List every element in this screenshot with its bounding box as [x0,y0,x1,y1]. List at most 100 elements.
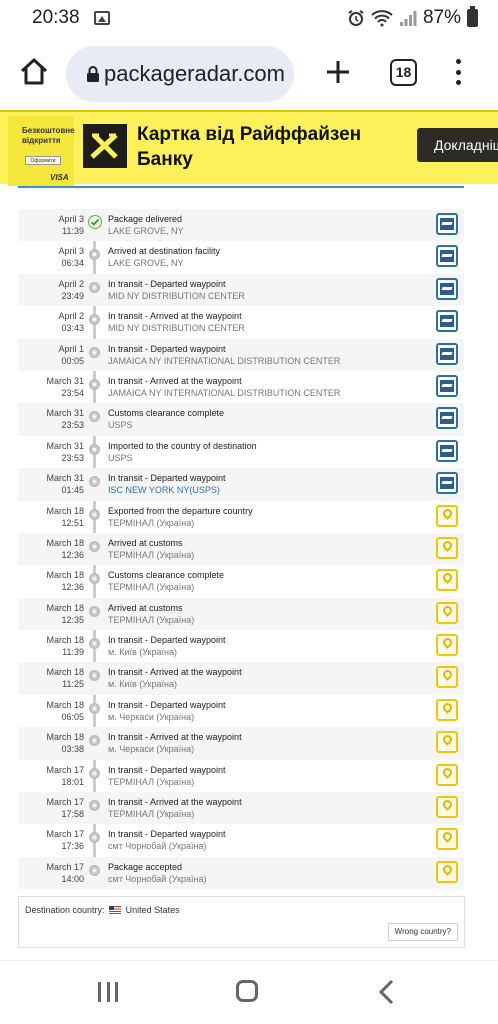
timeline-dot-icon [89,346,100,358]
back-icon[interactable] [376,979,398,1005]
ukrposhta-logo-icon[interactable] [436,601,458,624]
usps-logo-icon[interactable] [436,245,458,268]
timeline-dot-icon [89,573,100,585]
destination-country: United States [125,905,180,915]
ukrposhta-logo-icon[interactable] [436,698,458,721]
event-status: In transit - Departed waypoint [108,635,226,646]
ukrposhta-logo-icon[interactable] [436,796,458,819]
browser-toolbar: packageradar.com 18 [0,42,498,104]
event-datetime: March 18 11:39 [18,634,84,658]
timeline-row: March 18 11:39 In transit - Departed waypo… [18,630,464,662]
event-date: March 17 [46,829,84,840]
event-details: In transit - Departed waypoint ISC NEW YO… [108,472,428,496]
usps-logo-icon[interactable] [436,342,458,365]
recents-icon[interactable] [98,982,118,1002]
event-time: 17:58 [61,809,84,820]
event-date: March 18 [46,732,84,743]
event-location: MID NY DISTRIBUTION CENTER [108,323,245,334]
event-details: In transit - Departed waypoint MID NY DIS… [108,278,428,302]
event-date: March 18 [46,570,84,581]
destination-panel: Destination country: United States Wrong… [18,896,465,948]
usps-logo-icon[interactable] [436,310,458,333]
usps-logo-icon[interactable] [436,277,458,300]
timeline-row: March 17 14:00 Package accepted смт Чорноба… [18,856,464,890]
event-datetime: March 18 12:36 [18,569,84,593]
event-time: 23:53 [61,420,84,431]
event-datetime: March 18 06:05 [18,699,84,723]
timeline-dot-icon [89,314,100,326]
ad-banner[interactable]: Безкоштовне відкриття Оформити VISA Карт… [0,110,498,186]
event-details: In transit - Departed waypoint JAMAICA NY… [108,343,428,367]
timeline-row: March 31 23:54 In transit - Arrived at the… [18,371,464,403]
event-status: Imported to the country of destination [108,440,257,451]
timeline-dot-icon [89,281,100,293]
usps-logo-icon[interactable] [436,472,458,495]
overflow-menu-icon[interactable] [450,56,466,88]
event-time: 11:39 [62,226,84,236]
timeline-dot-icon [89,832,100,844]
event-details: Arrived at customs ТЕРМІНАЛ (Україна) [108,602,428,626]
gallery-notification-icon [93,11,110,25]
timeline-dot-icon [89,735,100,747]
timeline-dot-icon [89,864,100,876]
timeline-dot-icon [89,476,100,488]
event-details: Package delivered LAKE GROVE, NY [108,213,428,237]
event-location: ТЕРМІНАЛ (Україна) [108,776,195,787]
ad-badge-button: Оформити [25,156,61,165]
event-datetime: March 18 11:25 [18,666,84,690]
ukrposhta-logo-icon[interactable] [436,860,458,883]
event-datetime: March 31 01:45 [18,472,84,496]
event-location: JAMAICA NY INTERNATIONAL DISTRIBUTION CE… [108,387,341,398]
event-date: March 31 [46,375,84,386]
event-time: 12:35 [61,614,84,625]
event-location-link[interactable]: ISC NEW YORK NY(USPS) [108,484,428,496]
address-bar[interactable]: packageradar.com [66,46,294,102]
timeline-row: March 17 17:36 In transit - Departed waypo… [18,824,464,856]
ad-cta-button[interactable]: Докладніше [417,128,498,162]
home-icon[interactable] [18,56,50,88]
home-nav-icon[interactable] [236,980,258,1002]
ukrposhta-logo-icon[interactable] [436,828,458,851]
timeline-row: March 18 03:38 In transit - Arrived at the… [18,727,464,760]
event-location: LAKE GROVE, NY [108,226,184,236]
wrong-country-button[interactable]: Wrong country? [387,923,458,941]
event-status: In transit - Arrived at the waypoint [108,732,242,743]
usps-logo-icon[interactable] [436,407,458,430]
screen: 20:38 87% packageradar.com 18 Безкоштовн… [0,0,498,1024]
event-date: March 31 [46,440,84,451]
event-datetime: March 17 17:58 [18,796,84,820]
event-status: Package delivered [108,214,183,224]
usps-logo-icon[interactable] [436,213,458,235]
event-location: м. Київ (Україна) [108,647,177,658]
event-time: 03:43 [61,323,84,334]
event-datetime: March 18 12:51 [18,505,84,529]
wifi-icon [371,10,393,27]
event-datetime: April 3 11:39 [18,213,84,237]
ukrposhta-logo-icon[interactable] [436,763,458,786]
event-details: In transit - Arrived at the waypoint ТЕРМ… [108,796,428,820]
timeline-dot-icon [89,508,100,520]
event-details: Customs clearance complete ТЕРМІНАЛ (Укра… [108,569,428,593]
event-details: In transit - Departed waypoint м. Київ (У… [108,634,428,658]
ukrposhta-logo-icon[interactable] [436,666,458,689]
usps-logo-icon[interactable] [436,374,458,397]
event-location: JAMAICA NY INTERNATIONAL DISTRIBUTION CE… [108,355,341,366]
event-details: In transit - Departed waypoint смт Чорноб… [108,828,428,852]
timeline-row: March 18 12:36 Customs clearance complete Т… [18,565,464,597]
event-location: ТЕРМІНАЛ (Україна) [108,549,195,560]
event-time: 01:45 [61,485,84,496]
raiffeisen-logo-icon [83,124,127,168]
tab-switcher-button[interactable]: 18 [390,59,417,86]
ukrposhta-logo-icon[interactable] [436,569,458,592]
ukrposhta-logo-icon[interactable] [436,504,458,527]
ukrposhta-logo-icon[interactable] [436,536,458,559]
event-time: 23:53 [61,452,84,463]
usps-logo-icon[interactable] [436,439,458,462]
timeline-dot-icon [89,605,100,617]
event-location: м. Київ (Україна) [108,679,177,690]
new-tab-icon[interactable] [322,56,354,88]
timeline-row: March 17 18:01 In transit - Departed waypo… [18,760,464,792]
ukrposhta-logo-icon[interactable] [436,634,458,657]
event-details: Customs clearance complete USPS [108,407,428,431]
ukrposhta-logo-icon[interactable] [436,731,458,754]
